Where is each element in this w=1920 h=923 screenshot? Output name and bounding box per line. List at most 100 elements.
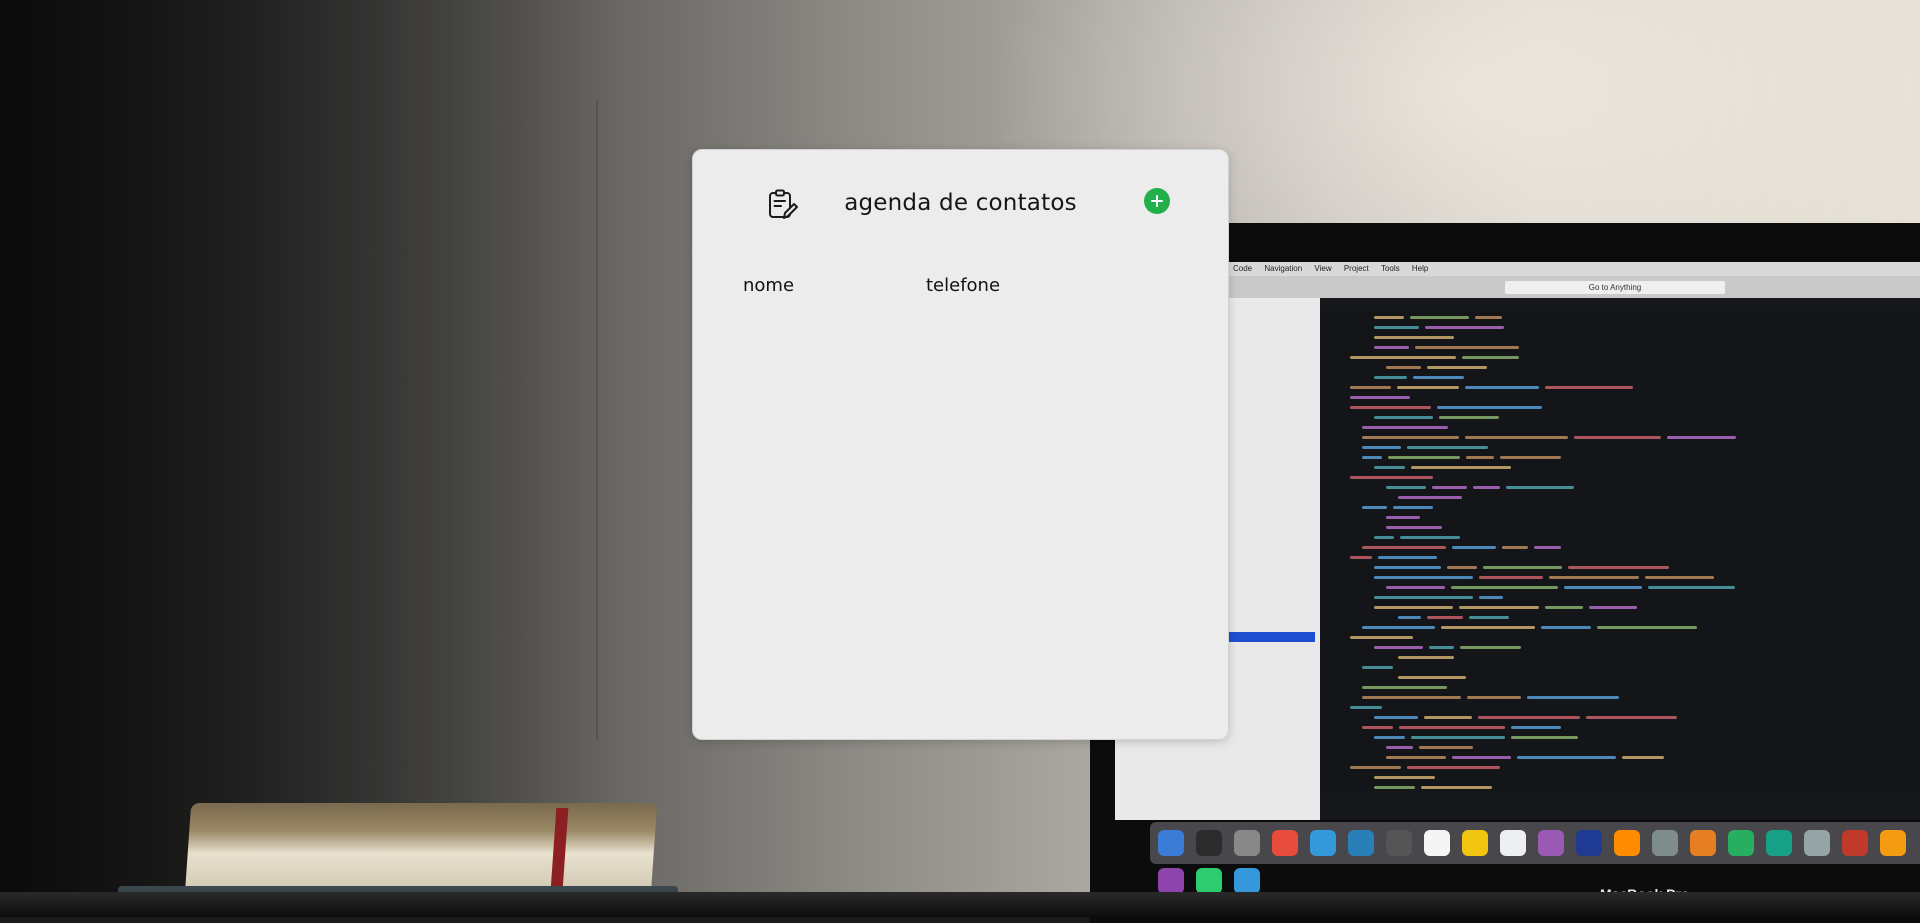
- code-line-segment: [1362, 726, 1393, 729]
- code-line-segment: [1478, 716, 1580, 719]
- contacts-card: agenda de contatos nome telefone: [692, 149, 1229, 740]
- code-line-segment: [1386, 526, 1442, 529]
- code-line-segment: [1462, 356, 1519, 359]
- code-line-segment: [1374, 376, 1407, 379]
- code-line-segment: [1362, 626, 1435, 629]
- code-area: [1320, 310, 1920, 790]
- code-line-segment: [1350, 476, 1433, 479]
- code-line-segment: [1511, 726, 1561, 729]
- dock-app-icon: [1196, 868, 1222, 894]
- code-line-segment: [1362, 456, 1382, 459]
- background-shadow: [0, 0, 620, 917]
- code-line-segment: [1350, 356, 1456, 359]
- code-line-segment: [1564, 586, 1642, 589]
- code-line-segment: [1350, 706, 1382, 709]
- code-line-segment: [1645, 576, 1714, 579]
- dock-app-icon: [1310, 830, 1336, 856]
- code-line-segment: [1386, 586, 1445, 589]
- code-line-segment: [1378, 556, 1437, 559]
- code-line-segment: [1413, 376, 1464, 379]
- shelf: [0, 892, 1920, 917]
- code-line-segment: [1386, 746, 1413, 749]
- code-line-segment: [1374, 336, 1454, 339]
- code-line-segment: [1429, 646, 1454, 649]
- code-line-segment: [1374, 576, 1473, 579]
- column-header-nome: nome: [743, 275, 795, 296]
- dock-app-icon: [1234, 868, 1260, 894]
- menu-tools: Tools: [1380, 264, 1400, 273]
- dock-app-icon: [1538, 830, 1564, 856]
- code-line-segment: [1374, 786, 1415, 789]
- code-line-segment: [1441, 626, 1535, 629]
- table-header: nome telefone: [743, 275, 1188, 301]
- code-line-segment: [1374, 716, 1418, 719]
- menu-project: Project: [1343, 264, 1369, 273]
- code-line-segment: [1419, 746, 1473, 749]
- code-line-segment: [1527, 696, 1619, 699]
- code-line-segment: [1534, 546, 1561, 549]
- dock-app-icon: [1842, 830, 1868, 856]
- code-line-segment: [1398, 656, 1454, 659]
- code-line-segment: [1362, 446, 1401, 449]
- dock-app-icon: [1348, 830, 1374, 856]
- code-line-segment: [1374, 646, 1423, 649]
- code-line-segment: [1545, 606, 1583, 609]
- menu-view: View: [1314, 264, 1332, 273]
- dock-app-icon: [1462, 830, 1488, 856]
- code-line-segment: [1350, 766, 1401, 769]
- add-contact-button[interactable]: [1144, 188, 1170, 214]
- code-line-segment: [1467, 696, 1521, 699]
- code-line-segment: [1399, 726, 1505, 729]
- code-line-segment: [1597, 626, 1697, 629]
- code-line-segment: [1374, 326, 1419, 329]
- code-line-segment: [1452, 546, 1496, 549]
- code-line-segment: [1407, 446, 1488, 449]
- goto-anything-field: Go to Anything: [1505, 281, 1725, 294]
- menu-navigation: Navigation: [1264, 264, 1303, 273]
- code-line-segment: [1388, 456, 1460, 459]
- code-line-segment: [1386, 516, 1420, 519]
- menu-help: Help: [1411, 264, 1429, 273]
- dock-app-icon: [1880, 830, 1906, 856]
- code-line-segment: [1374, 566, 1441, 569]
- code-line-segment: [1374, 596, 1473, 599]
- dock-app-icon: [1766, 830, 1792, 856]
- code-line-segment: [1427, 366, 1487, 369]
- code-line-segment: [1622, 756, 1664, 759]
- book-top: [184, 803, 658, 895]
- code-line-segment: [1398, 676, 1466, 679]
- code-line-segment: [1425, 326, 1504, 329]
- code-line-segment: [1410, 316, 1469, 319]
- code-line-segment: [1386, 366, 1421, 369]
- code-line-segment: [1549, 576, 1639, 579]
- code-line-segment: [1374, 346, 1409, 349]
- code-line-segment: [1374, 606, 1453, 609]
- code-line-segment: [1452, 756, 1511, 759]
- code-line-segment: [1374, 316, 1404, 319]
- dock-app-icon: [1500, 830, 1526, 856]
- code-line-segment: [1393, 506, 1433, 509]
- dock-app-icon: [1614, 830, 1640, 856]
- dock-app-icon: [1272, 830, 1298, 856]
- code-line-segment: [1466, 456, 1494, 459]
- code-line-segment: [1386, 486, 1426, 489]
- code-line-segment: [1545, 386, 1633, 389]
- code-line-segment: [1517, 756, 1616, 759]
- dock-app-icon: [1652, 830, 1678, 856]
- code-line-segment: [1479, 596, 1503, 599]
- dock-app-icon: [1158, 830, 1184, 856]
- code-line-segment: [1362, 436, 1459, 439]
- code-line-segment: [1506, 486, 1574, 489]
- code-line-segment: [1460, 646, 1521, 649]
- code-line-segment: [1397, 386, 1459, 389]
- column-header-telefone: telefone: [926, 275, 1001, 296]
- code-line-segment: [1362, 546, 1446, 549]
- dock-app-icon: [1424, 830, 1450, 856]
- wall-crack: [596, 100, 598, 740]
- code-line-segment: [1374, 416, 1433, 419]
- code-line-segment: [1473, 486, 1500, 489]
- code-line-segment: [1411, 736, 1505, 739]
- code-line-segment: [1350, 406, 1431, 409]
- code-line-segment: [1362, 506, 1387, 509]
- code-line-segment: [1362, 686, 1447, 689]
